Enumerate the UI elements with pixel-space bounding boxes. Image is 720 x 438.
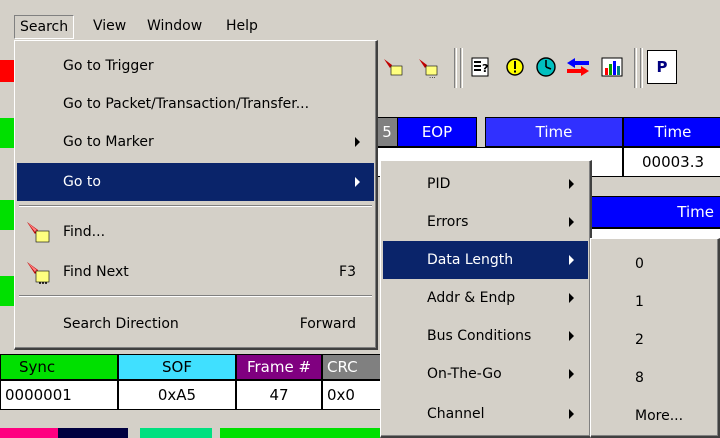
- data-length-submenu: 0 1 2 8 More...: [590, 238, 720, 438]
- menu-window[interactable]: Window: [142, 15, 207, 39]
- svg-text:?: ?: [482, 62, 488, 75]
- menu-search[interactable]: Search: [14, 15, 75, 39]
- menu-item-find[interactable]: Find...: [17, 213, 374, 251]
- trace-strip: [0, 276, 14, 306]
- menu-item-pid[interactable]: PID: [383, 165, 588, 203]
- submenu-arrow-icon: [355, 137, 360, 147]
- column-header-time-3: Time: [590, 196, 720, 228]
- packet-strip: [58, 428, 128, 438]
- find-next-tool-icon[interactable]: ...: [415, 50, 445, 84]
- menu-item-length-0[interactable]: 0: [593, 245, 716, 283]
- table-cell-crc: 0x0: [322, 380, 382, 410]
- menu-item-find-next[interactable]: Find Next F3: [17, 253, 374, 291]
- swap-arrows-icon[interactable]: [563, 50, 593, 84]
- find-flashlight-icon: [25, 219, 53, 245]
- column-header-eop: EOP: [397, 117, 477, 147]
- menu-separator: [19, 205, 372, 207]
- partial-toolbar-button[interactable]: P: [647, 50, 677, 84]
- toolbar-separator: [634, 48, 637, 88]
- menu-item-search-direction[interactable]: Search Direction Forward: [17, 305, 374, 343]
- menu-item-channel[interactable]: Channel: [383, 395, 588, 433]
- submenu-arrow-icon: [569, 179, 574, 189]
- menu-item-errors[interactable]: Errors: [383, 203, 588, 241]
- submenu-arrow-icon: [569, 409, 574, 419]
- submenu-arrow-icon: [355, 177, 360, 187]
- trace-strip: [0, 200, 14, 230]
- menu-item-on-the-go[interactable]: On-The-Go: [383, 355, 588, 393]
- submenu-arrow-icon: [569, 331, 574, 341]
- error-alert-icon[interactable]: [500, 50, 530, 84]
- menu-separator: [19, 295, 372, 297]
- timing-clock-icon[interactable]: [531, 50, 561, 84]
- bar-chart-icon[interactable]: [597, 50, 627, 84]
- menu-item-go-to-marker[interactable]: Go to Marker: [17, 123, 374, 161]
- menu-item-addr-endp[interactable]: Addr & Endp: [383, 279, 588, 317]
- menu-item-length-8[interactable]: 8: [593, 359, 716, 397]
- table-cell-frame: 47: [236, 380, 322, 410]
- svg-text:...: ...: [429, 72, 436, 79]
- column-header-partial: 5: [376, 117, 398, 147]
- submenu-arrow-icon: [569, 255, 574, 265]
- report-icon[interactable]: ?: [466, 50, 496, 84]
- table-cell-time-2: 00003.3: [623, 147, 720, 177]
- submenu-arrow-icon: [569, 293, 574, 303]
- menu-view[interactable]: View: [88, 15, 131, 39]
- toolbar-separator: [460, 48, 463, 88]
- table-cell-sof: 0xA5: [118, 380, 236, 410]
- submenu-arrow-icon: [569, 369, 574, 379]
- toolbar-separator: [454, 48, 457, 88]
- search-menu: Go to Trigger Go to Packet/Transaction/T…: [14, 40, 378, 350]
- menu-item-length-2[interactable]: 2: [593, 321, 716, 359]
- menu-item-go-to[interactable]: Go to: [17, 163, 374, 201]
- submenu-arrow-icon: [569, 217, 574, 227]
- menu-item-length-more[interactable]: More...: [593, 397, 716, 435]
- packet-strip: [220, 428, 380, 438]
- menu-item-data-length[interactable]: Data Length: [383, 241, 588, 279]
- column-header-frame: Frame #: [236, 354, 322, 380]
- packet-strip: [140, 428, 212, 438]
- trace-strip: [0, 118, 14, 148]
- column-header-sof: SOF: [118, 354, 236, 380]
- toolbar-separator: [640, 48, 643, 88]
- menu-item-go-to-packet[interactable]: Go to Packet/Transaction/Transfer...: [17, 85, 374, 123]
- column-header-time-2: Time: [623, 117, 720, 147]
- menu-item-go-to-trigger[interactable]: Go to Trigger: [17, 47, 374, 85]
- column-header-time: Time: [485, 117, 623, 147]
- column-header-crc: CRC: [322, 354, 382, 380]
- trace-strip: [0, 60, 14, 82]
- packet-strip: [0, 428, 58, 438]
- menu-item-length-1[interactable]: 1: [593, 283, 716, 321]
- column-header-sync: Sync: [0, 354, 118, 380]
- menu-item-bus-conditions[interactable]: Bus Conditions: [383, 317, 588, 355]
- find-tool-icon[interactable]: [380, 50, 410, 84]
- menu-help[interactable]: Help: [221, 15, 263, 39]
- find-next-flashlight-icon: [25, 259, 53, 285]
- table-cell-sync: 0000001: [0, 380, 118, 410]
- goto-submenu: PID Errors Data Length Addr & Endp Bus C…: [380, 160, 592, 438]
